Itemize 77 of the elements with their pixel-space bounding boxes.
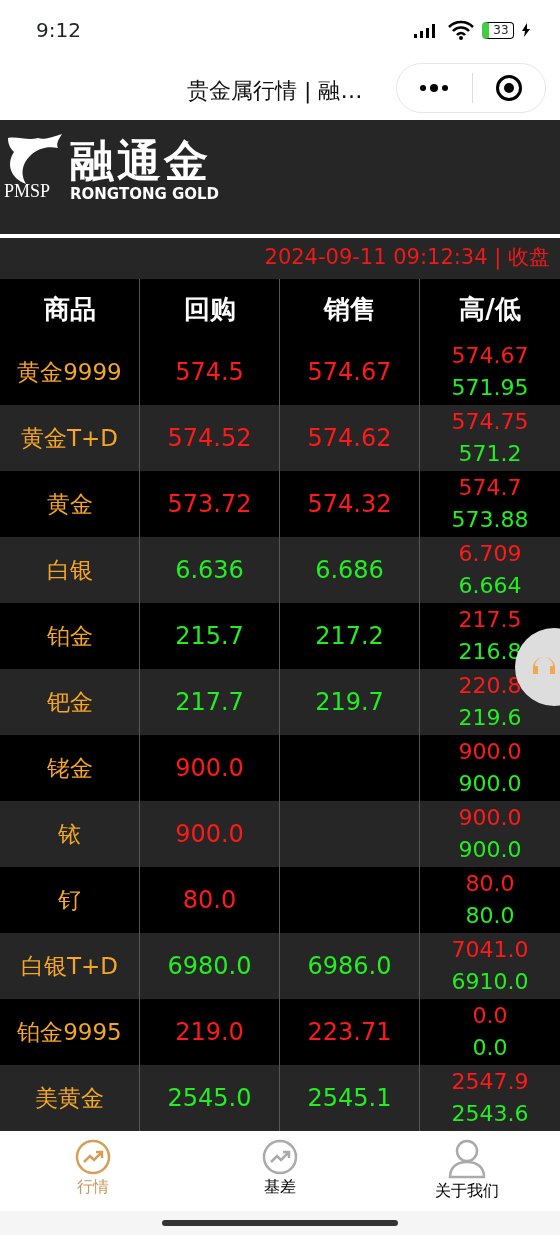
- product-name: 黄金9999: [17, 357, 122, 387]
- low-price: 0.0: [472, 1034, 508, 1062]
- product-name: 黄金: [46, 489, 93, 519]
- product-name: 铑金: [46, 753, 93, 783]
- page-title: 贵金属行情 | 融…: [187, 77, 363, 106]
- column-header: 商品: [43, 292, 96, 326]
- buy-price: 900.0: [175, 753, 244, 784]
- buy-price: 2545.0: [167, 1083, 252, 1114]
- buy-price: 80.0: [182, 885, 237, 916]
- low-price: 216.8: [458, 638, 522, 666]
- sell-price: 223.71: [307, 1017, 392, 1048]
- low-price: 2543.6: [451, 1100, 529, 1128]
- sell-price: 2545.1: [307, 1083, 392, 1114]
- sell-price: 6986.0: [307, 951, 392, 982]
- low-price: 571.2: [458, 440, 522, 468]
- buy-price: 900.0: [175, 819, 244, 850]
- product-name: 钌: [58, 885, 81, 915]
- high-price: 6.709: [458, 540, 522, 569]
- buy-price: 574.5: [175, 357, 244, 388]
- high-price: 220.8: [458, 672, 522, 701]
- product-name: 铂金: [46, 621, 93, 651]
- sell-price: 574.32: [307, 489, 392, 520]
- logo-mark: PMSP: [4, 180, 52, 203]
- buy-price: 6980.0: [167, 951, 252, 982]
- product-name: 铱: [58, 819, 81, 849]
- high-price: 0.0: [472, 1002, 508, 1031]
- status-time: 9:12: [36, 17, 81, 44]
- high-price: 217.5: [458, 606, 522, 635]
- market-timestamp: 2024-09-11 09:12:34 | 收盘: [0, 238, 560, 279]
- high-price: 574.7: [458, 474, 522, 503]
- high-price: 574.67: [451, 342, 529, 371]
- buy-price: 219.0: [175, 1017, 244, 1048]
- buy-price: 217.7: [175, 687, 244, 718]
- battery-indicator: 33: [482, 21, 514, 39]
- trend-icon: [262, 1139, 298, 1175]
- product-name: 铂金9995: [17, 1017, 122, 1047]
- wifi-icon: [448, 20, 474, 40]
- high-price: 2547.9: [451, 1068, 529, 1097]
- low-price: 219.6: [458, 704, 522, 732]
- tab-item[interactable]: 基差: [186, 1131, 374, 1211]
- logo-subtitle: RONGTONG GOLD: [70, 183, 220, 205]
- low-price: 6.664: [458, 572, 522, 600]
- sell-price: 217.2: [315, 621, 384, 652]
- close-icon[interactable]: [495, 74, 523, 102]
- more-icon[interactable]: [419, 83, 449, 93]
- low-price: 571.95: [451, 374, 529, 402]
- product-name: 白银: [46, 555, 93, 585]
- logo-title: 融通金: [70, 138, 212, 183]
- high-price: 80.0: [465, 870, 515, 899]
- product-name: 黄金T+D: [21, 423, 118, 453]
- low-price: 900.0: [458, 770, 522, 798]
- high-price: 900.0: [458, 804, 522, 833]
- buy-price: 574.52: [167, 423, 252, 454]
- column-header: 高/低: [459, 292, 521, 326]
- sell-price: 574.67: [307, 357, 392, 388]
- sell-price: 574.62: [307, 423, 392, 454]
- column-header: 销售: [323, 292, 376, 326]
- buy-price: 215.7: [175, 621, 244, 652]
- person-icon: [447, 1139, 486, 1179]
- low-price: 900.0: [458, 836, 522, 864]
- low-price: 6910.0: [451, 968, 529, 996]
- low-price: 573.88: [451, 506, 529, 534]
- product-name: 美黄金: [35, 1083, 104, 1113]
- sell-price: 219.7: [315, 687, 384, 718]
- buy-price: 573.72: [167, 489, 252, 520]
- high-price: 900.0: [458, 738, 522, 767]
- column-header: 回购: [183, 292, 236, 326]
- charging-icon: [522, 23, 530, 37]
- sell-price: 6.686: [315, 555, 384, 586]
- product-name: 钯金: [46, 687, 93, 717]
- high-price: 7041.0: [451, 936, 529, 965]
- high-price: 574.75: [451, 408, 529, 437]
- low-price: 80.0: [465, 902, 515, 930]
- product-name: 白银T+D: [21, 951, 118, 981]
- buy-price: 6.636: [175, 555, 244, 586]
- trend-icon: [75, 1139, 112, 1175]
- tab-item[interactable]: 关于我们: [373, 1131, 560, 1211]
